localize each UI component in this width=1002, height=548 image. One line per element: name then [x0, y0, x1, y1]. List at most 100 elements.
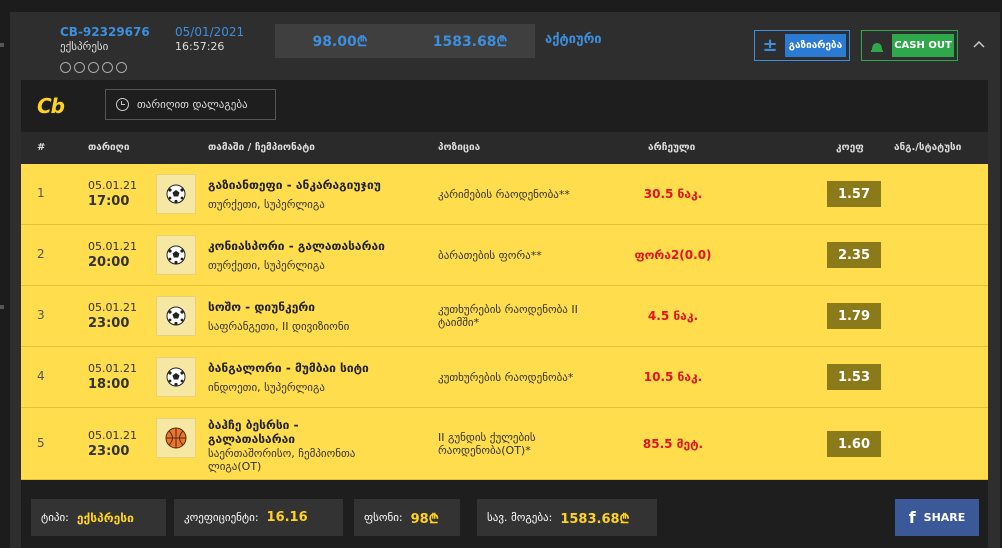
row-time: 17:00	[88, 194, 130, 209]
cashout-icon	[862, 40, 892, 52]
row-date: 05.01.21	[88, 362, 137, 375]
bet-status: აქტიური	[545, 32, 602, 47]
summary-stake: ფსონი: 98₾	[354, 499, 460, 536]
row-position: კარიმების რაოდენობა**	[438, 188, 570, 201]
copy-bet-label: გაზიარება	[785, 34, 846, 57]
row-game: გაზიანთეფი - ანკარაგიუჯიუ	[208, 178, 381, 192]
row-game: ბაჰჩე ბესრსი - გალათასარაი	[208, 418, 299, 446]
col-pick: არჩეული	[648, 142, 696, 153]
row-odd: 2.35	[827, 242, 881, 268]
facebook-icon: f	[908, 508, 916, 527]
summary-stake-label: ფსონი:	[364, 511, 403, 524]
football-icon	[156, 357, 196, 397]
facebook-share-button[interactable]: f SHARE	[895, 499, 979, 536]
stake-box: 98.00₾	[275, 24, 405, 58]
table-row: 2 05.01.21 20:00 კონიასპორი - გალათასარა…	[21, 225, 988, 286]
summary-stake-value: 98₾	[410, 511, 439, 527]
row-date: 05.01.21	[88, 301, 137, 314]
row-pick: 30.5 ნაკ.	[643, 187, 703, 201]
row-date: 05.01.21	[88, 240, 137, 253]
row-date: 05.01.21	[88, 429, 137, 442]
summary-type-label: ტიპი:	[41, 511, 69, 524]
bet-type: ექსპრესი	[60, 40, 109, 53]
football-icon	[156, 235, 196, 275]
summary-coef: კოეფიციენტი: 16.16	[174, 499, 343, 536]
row-odd: 1.53	[827, 364, 881, 390]
row-num: 5	[37, 436, 45, 450]
bet-header[interactable]: CB-92329676 ექსპრესი 05/01/2021 16:57:26…	[10, 12, 1000, 80]
bet-rows: 1 05.01.21 17:00 გაზიანთეფი - ანკარაგიუჯ…	[21, 164, 988, 480]
summary-type: ტიპი: ექსპრესი	[31, 499, 166, 536]
edge-marker	[0, 305, 4, 309]
row-num: 3	[37, 308, 45, 322]
progress-circles	[60, 62, 127, 73]
row-league: საფრანგეთი, II დივიზიონი	[208, 320, 350, 333]
chevron-up-icon[interactable]	[973, 36, 985, 52]
row-pick: 10.5 ნაკ.	[643, 370, 703, 384]
row-pick: ფორა2(0.0)	[634, 248, 712, 262]
row-odd: 1.57	[827, 181, 881, 207]
bet-date: 05/01/2021	[175, 25, 245, 39]
table-row: 3 05.01.21 23:00 სოშო - დიუნკერი საფრანგ…	[21, 286, 988, 347]
copy-bet-button[interactable]: ± გაზიარება	[754, 30, 850, 61]
row-pick: 85.5 მეტ.	[642, 437, 704, 451]
col-date: თარიღი	[88, 142, 130, 153]
row-time: 23:00	[88, 316, 130, 331]
col-position: პოზიცია	[438, 142, 481, 153]
row-league: ინდოეთი, სუპერლიგა	[208, 381, 325, 394]
summary-win: სავ. მოგება: 1583.68₾	[477, 499, 657, 536]
bet-time: 16:57:26	[175, 40, 225, 53]
table-row: 4 05.01.21 18:00 ბანგალორი - მუმბაი სიტი…	[21, 347, 988, 408]
row-num: 1	[37, 186, 45, 200]
progress-circle	[116, 62, 127, 73]
share-label: SHARE	[923, 511, 966, 524]
progress-circle	[74, 62, 85, 73]
row-game: ბანგალორი - მუმბაი სიტი	[208, 361, 369, 375]
basketball-icon	[156, 418, 196, 458]
row-league: თურქეთი, სუპერლიგა	[208, 259, 325, 272]
football-icon	[156, 296, 196, 336]
row-time: 23:00	[88, 444, 130, 459]
row-position: ბარათების ფორა**	[438, 249, 542, 262]
row-league: თურქეთი, სუპერლიგა	[208, 198, 325, 211]
col-num: #	[37, 142, 46, 153]
row-league: საერთაშორისო, ჩემპიონთა ლიგა(OT)	[208, 447, 356, 473]
row-num: 2	[37, 247, 45, 261]
col-odd: კოეფ	[836, 142, 864, 153]
row-position: კუთხურების რაოდენობა II ტაიმში*	[438, 303, 578, 329]
row-pick: 4.5 ნაკ.	[647, 309, 699, 323]
col-game: თამაში / ჩემპიონატი	[208, 142, 315, 153]
row-position: II გუნდის ქულების რაოდენობა(OT)*	[438, 431, 536, 457]
sort-by-date-label: თარიღით დალაგება	[137, 98, 248, 111]
bet-card: CB-92329676 ექსპრესი 05/01/2021 16:57:26…	[10, 12, 1000, 548]
row-game: კონიასპორი - გალათასარაი	[208, 239, 385, 253]
clock-icon	[116, 98, 129, 111]
table-row: 1 05.01.21 17:00 გაზიანთეფი - ანკარაგიუჯ…	[21, 164, 988, 225]
row-position: კუთხურების რაოდენობა*	[438, 371, 574, 384]
progress-circle	[88, 62, 99, 73]
row-time: 18:00	[88, 377, 130, 392]
summary-coef-label: კოეფიციენტი:	[184, 511, 259, 524]
sort-by-date-button[interactable]: თარიღით დალაგება	[105, 89, 276, 120]
row-odd: 1.79	[827, 303, 881, 329]
bet-details-panel: Cb თარიღით დალაგება # თარიღი თამაში / ჩე…	[21, 80, 988, 548]
row-date: 05.01.21	[88, 179, 137, 192]
possible-win-box: 1583.68₾	[405, 24, 535, 58]
plus-minus-icon: ±	[762, 35, 778, 56]
football-icon	[156, 174, 196, 214]
row-num: 4	[37, 369, 45, 383]
table-header: # თარიღი თამაში / ჩემპიონატი პოზიცია არჩ…	[21, 132, 988, 164]
cb-logo: Cb	[37, 94, 65, 118]
edge-marker	[0, 43, 4, 47]
table-row: 5 05.01.21 23:00 ბაჰჩე ბესრსი - გალათასა…	[21, 408, 988, 480]
progress-circle	[60, 62, 71, 73]
summary-coef-value: 16.16	[266, 510, 308, 525]
cashout-label: CASH OUT	[892, 34, 954, 57]
summary-win-label: სავ. მოგება:	[487, 511, 553, 524]
row-game: სოშო - დიუნკერი	[208, 300, 315, 314]
row-odd: 1.60	[827, 431, 881, 457]
summary-win-value: 1583.68₾	[560, 511, 630, 527]
cashout-button[interactable]: CASH OUT	[861, 30, 958, 61]
summary-type-value: ექსპრესი	[76, 510, 134, 525]
progress-circle	[102, 62, 113, 73]
